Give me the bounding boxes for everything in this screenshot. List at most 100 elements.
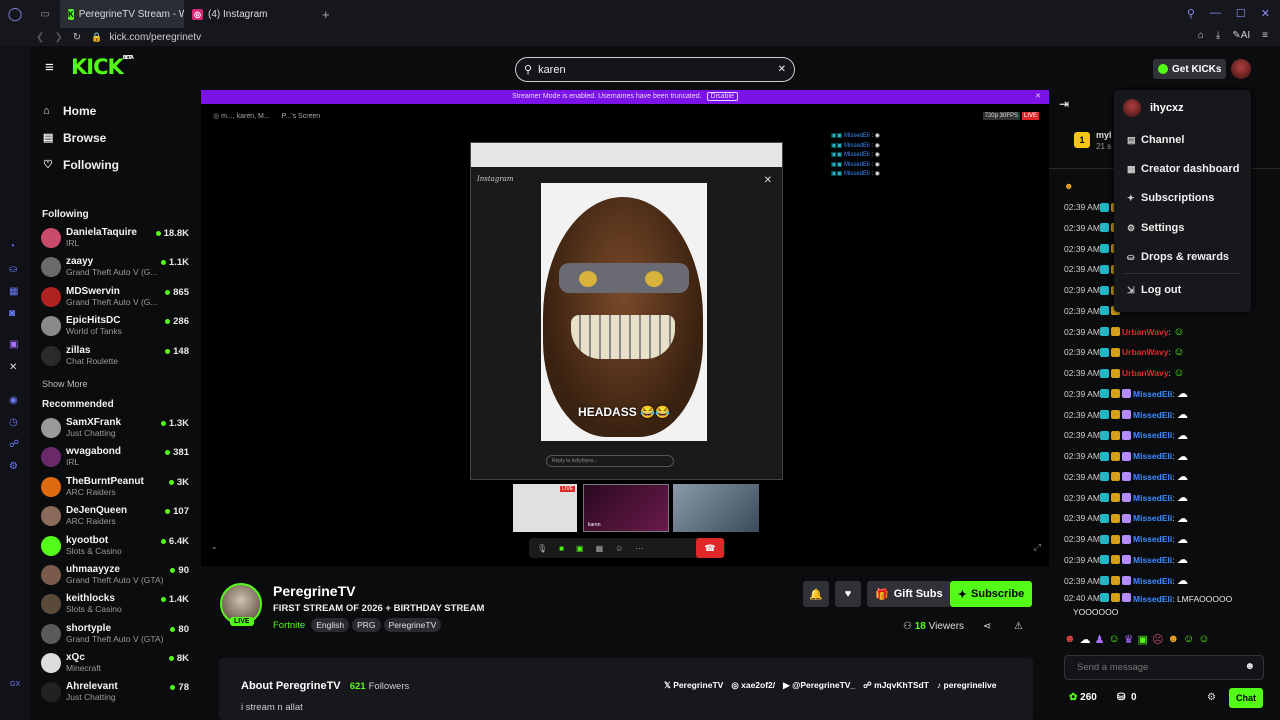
nav-browse[interactable]: ▤ Browse [31,124,201,151]
tab-instagram[interactable]: ◎ (4) Instagram [184,0,308,28]
channel-list-item[interactable]: wvagabond IRL 381 [31,443,201,472]
disable-button[interactable]: Disable [706,92,738,101]
follow-button[interactable]: ♥ [835,581,861,607]
menu-item-creator-dashboard[interactable]: ▦ Creator dashboard [1127,163,1239,175]
photo-icon[interactable]: ▦ [9,286,18,297]
channel-list-item[interactable]: MDSwervin Grand Theft Auto V (G... 865 [31,283,201,312]
opera-icon[interactable]: ◯ [0,6,30,22]
channel-list-item[interactable]: EpicHitsDC World of Tanks 286 [31,312,201,341]
social-youtube[interactable]: ▶ @PeregrineTV_ [783,680,855,691]
emote-icon[interactable]: ☺ [1198,633,1209,646]
new-tab-button[interactable]: + [322,7,330,22]
emote-icon[interactable]: ☺ [1108,633,1119,646]
emote-icon[interactable]: ♛ [1124,633,1134,646]
messenger-icon[interactable]: ◙ [9,308,15,319]
reactions-icon[interactable]: ☺ [615,544,623,553]
report-icon[interactable]: ⚠ [1014,621,1023,632]
message-user[interactable]: MissedEli [1133,576,1172,586]
music-icon[interactable]: ◉ [9,395,18,406]
emote-icon[interactable]: ☻ [1167,633,1179,646]
channel-list-item[interactable]: kyootbot Slots & Casino 6.4K [31,532,201,561]
channel-list-item[interactable]: SamXFrank Just Chatting 1.3K [31,414,201,443]
back-icon[interactable]: ❮ [36,32,44,43]
twitch-icon[interactable]: ▣ [9,339,18,350]
message-user[interactable]: MissedEli [1133,389,1172,399]
emote-icon[interactable]: ▣ [1138,633,1148,646]
history-icon[interactable]: ◔ [9,241,15,252]
tab-menu-icon[interactable]: ▭ [30,9,60,20]
grid-icon[interactable]: ▦ [596,544,604,553]
menu-item-logout[interactable]: ⇲ Log out [1127,284,1181,296]
emoji-picker-icon[interactable]: ☻ [1244,661,1255,672]
ai-button[interactable]: ✎AI [1232,30,1250,41]
user-avatar[interactable] [1231,59,1251,79]
maximize-icon[interactable]: ☐ [1236,7,1246,20]
channel-list-item[interactable]: zillas Chat Roulette 148 [31,342,201,371]
message-user[interactable]: MissedEli [1133,410,1172,420]
forward-icon[interactable]: ❯ [54,32,62,43]
emote-icon[interactable]: ☹ [1152,633,1163,646]
chat-input[interactable] [1065,656,1225,679]
message-user[interactable]: MissedEli [1133,493,1172,503]
channel-list-item[interactable]: DeJenQueen ARC Raiders 107 [31,502,201,531]
message-user[interactable]: UrbanWavy [1122,347,1168,357]
menu-item-channel[interactable]: ▤ Channel [1127,134,1184,146]
settings-icon[interactable]: ⚙ [9,461,18,472]
category-link[interactable]: Fortnite [273,620,305,631]
emote-icon[interactable]: ☺ [1183,633,1194,646]
emote-icon[interactable]: ☻ [1064,633,1076,646]
channel-name[interactable]: PeregrineTV [273,583,355,599]
channel-list-item[interactable]: Ahrelevant Just Chatting 78 [31,678,201,707]
clock-icon[interactable]: ◷ [9,417,18,428]
message-user[interactable]: MissedEli [1133,472,1172,482]
message-user[interactable]: MissedEli [1133,594,1172,604]
nav-following[interactable]: ♡ Following [31,151,201,178]
chat-send-button[interactable]: Chat [1229,688,1263,708]
tab-kick[interactable]: K PeregrineTV Stream - Wat [60,0,184,28]
tag-chip[interactable]: PeregrineTV [383,618,442,632]
show-more-link[interactable]: Show More [31,374,201,394]
close-icon[interactable]: ✕ [1261,7,1270,20]
wallet-icon[interactable]: ⌂ [1198,30,1204,41]
social-discord[interactable]: ☍ mJqvKhTSdT [863,680,929,691]
gift-subs-button[interactable]: 🎁 Gift Subs [867,581,951,607]
clear-search-icon[interactable]: ✕ [778,64,786,75]
share-screen-icon[interactable]: ▣ [576,544,584,553]
share-icon[interactable]: ⋖ [983,621,991,632]
hamburger-icon[interactable]: ≡ [45,59,54,76]
channel-list-item[interactable]: shortyple Grand Theft Auto V (GTA) 80 [31,620,201,649]
social-x[interactable]: 𝕏 PeregrineTV [664,680,723,691]
message-user[interactable]: MissedEli [1133,513,1172,523]
message-user[interactable]: MissedEli [1133,451,1172,461]
chat-settings-icon[interactable]: ⚙ [1207,692,1216,703]
end-call-button[interactable]: ☎ [696,538,724,558]
emote-icon[interactable]: ♟ [1095,633,1105,646]
kicks-balance[interactable]: ✿ 260 [1069,692,1097,703]
kick-logo[interactable]: KICKBETA [71,55,134,79]
menu-icon[interactable]: ≡ [1262,30,1268,41]
message-user[interactable]: MissedEli [1133,555,1172,565]
fullscreen-icon[interactable]: ⤢ [1034,542,1041,553]
get-kicks-button[interactable]: Get KICKs [1153,59,1227,79]
tag-chip[interactable]: English [311,618,350,632]
reload-icon[interactable]: ↻ [73,32,81,43]
collapse-icon[interactable]: ⌄ [211,542,218,551]
download-icon[interactable]: ⤓ [1216,30,1220,41]
message-user[interactable]: UrbanWavy [1122,368,1168,378]
menu-item-drops[interactable]: ⛀ Drops & rewards [1127,251,1229,263]
search-input[interactable] [538,63,778,76]
menu-item-settings[interactable]: ⚙ Settings [1127,222,1184,234]
channel-list-item[interactable]: xQc Minecraft 8K [31,649,201,678]
channel-list-item[interactable]: TheBurntPeanut ARC Raiders 3K [31,473,201,502]
channel-list-item[interactable]: zaayy Grand Theft Auto V (G... 1.1K [31,253,201,282]
points-balance[interactable]: ⛁ 0 [1117,692,1137,703]
minimize-icon[interactable]: — [1210,7,1221,20]
video-player[interactable]: Streamer Mode is enabled. Usernames have… [201,90,1049,566]
banner-close-icon[interactable]: ✕ [1035,90,1041,104]
bag-icon[interactable]: ⛀ [9,264,17,275]
x-icon[interactable]: ✕ [9,362,17,373]
url-field[interactable]: kick.com/peregrinetv [109,32,201,43]
channel-list-item[interactable]: uhmaayyze Grand Theft Auto V (GTA) 90 [31,561,201,590]
channel-list-item[interactable]: DanielaTaquire IRL 18.8K [31,224,201,253]
search-icon[interactable]: ⚲ [1187,7,1195,20]
